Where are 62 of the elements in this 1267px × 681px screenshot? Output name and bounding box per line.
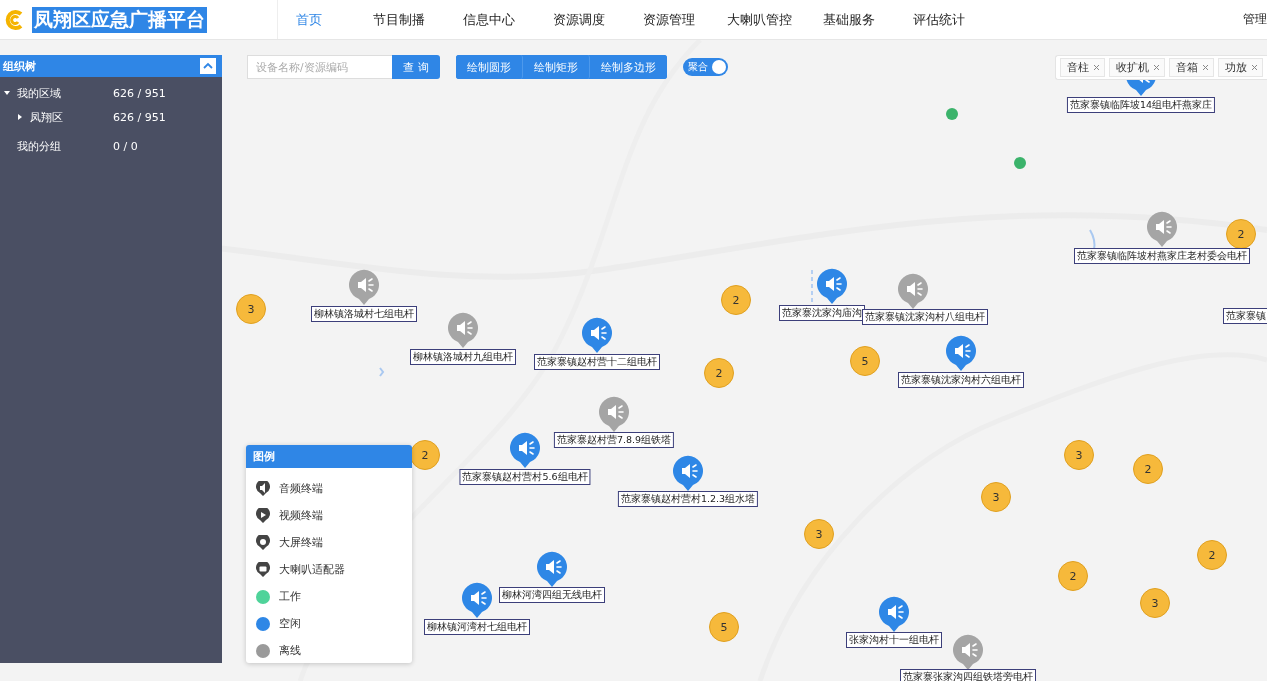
legend-label: 工作 [279, 589, 301, 604]
item-count: 626 / 951 [113, 110, 166, 124]
nav-tab[interactable]: 首页 [264, 3, 354, 36]
marker-label: 柳林镇洛城村七组电杆 [311, 306, 417, 322]
caret-right-icon[interactable] [17, 114, 23, 120]
marker-label: 范家寨赵村营7.8.9组铁塔 [553, 432, 675, 448]
tag-label: 功放 [1225, 60, 1247, 75]
nav-tab[interactable]: 评估统计 [894, 3, 984, 36]
marker-label: 范家寨张家沟四组铁塔旁电杆 [900, 669, 1036, 681]
close-icon[interactable] [1251, 64, 1258, 71]
square-pin-icon [256, 561, 270, 578]
search-field[interactable]: 设备名称/资源编码 [247, 55, 392, 79]
nav-tab[interactable]: 节目制播 [354, 3, 444, 36]
draw-button[interactable]: 绘制圆形 [456, 55, 523, 79]
tree-item[interactable]: 我的分组 [12, 138, 113, 154]
marker-label: 柳林镇洛城村九组电杆 [410, 349, 516, 365]
tree-item[interactable]: 我的区域 [12, 85, 113, 101]
tag-label: 音箱 [1176, 60, 1198, 75]
collapse-button[interactable] [200, 58, 216, 74]
marker-label: 范家寨镇赵村营十二组电杆 [534, 354, 660, 370]
marker-label: 范家寨沈家沟庙沟 [779, 305, 865, 321]
tag-label: 音柱 [1067, 60, 1089, 75]
nav-tab[interactable]: 资源调度 [534, 3, 624, 36]
search-button[interactable]: 查 询 [392, 55, 440, 79]
tag-label: 收扩机 [1116, 60, 1149, 75]
dot-pin-icon [256, 534, 270, 551]
close-icon[interactable] [1153, 64, 1160, 71]
tree-item[interactable]: 凤翔区 [25, 109, 113, 125]
legend-label: 音频终端 [279, 481, 323, 496]
marker-label: 张家沟村十一组电杆 [846, 632, 942, 648]
item-count: 626 / 951 [113, 86, 166, 100]
legend-label: 大屏终端 [279, 535, 323, 550]
marker-label: 范家寨镇赵村营村1.2.3组水塔 [617, 491, 759, 507]
nav-tab[interactable]: 信息中心 [444, 3, 534, 36]
user-name[interactable]: 管理 [1243, 11, 1267, 28]
play-pin-icon [256, 507, 270, 524]
nav-tab[interactable]: 大喇叭管控 [714, 3, 804, 36]
legend-label: 大喇叭适配器 [279, 562, 345, 577]
legend-label: 离线 [279, 643, 301, 658]
speaker-pin-icon[interactable] [952, 634, 984, 670]
speaker-pin-icon [256, 480, 270, 497]
legend-title: 图例 [253, 449, 275, 464]
cluster-toggle[interactable]: 聚合 [683, 58, 728, 76]
item-count: 0 / 0 [113, 139, 138, 153]
marker-label: 柳林镇河湾村七组电杆 [424, 619, 530, 635]
close-icon[interactable] [1202, 64, 1209, 71]
marker-label: 范家寨镇沈家沟村八组电杆 [862, 309, 988, 325]
close-icon[interactable] [1093, 64, 1100, 71]
marker-label: 柳林河湾四组无线电杆 [499, 587, 605, 603]
nav-tab[interactable]: 资源管理 [624, 3, 714, 36]
app-title: 凤翔区应急广播平台 [32, 6, 207, 33]
chevron-up-icon [203, 62, 213, 70]
legend-label: 视频终端 [279, 508, 323, 523]
nav-tab[interactable]: 基础服务 [804, 3, 894, 36]
marker-label: 范家寨镇赵村营村5.6组电杆 [459, 469, 591, 485]
legend-label: 空闲 [279, 616, 301, 631]
panel-title: 组织树 [3, 58, 36, 74]
marker-label: 范家寨镇临阵坡14组电杆燕家庄 [1066, 97, 1216, 113]
caret-down-icon[interactable] [4, 90, 10, 96]
marker-label: 范家寨镇沈家沟村六组电杆 [898, 372, 1024, 388]
marker-label: 范家寨镇临阵坡村燕家庄老村委会电杆 [1074, 248, 1250, 264]
marker-label: 范家寨镇 [1223, 308, 1267, 324]
